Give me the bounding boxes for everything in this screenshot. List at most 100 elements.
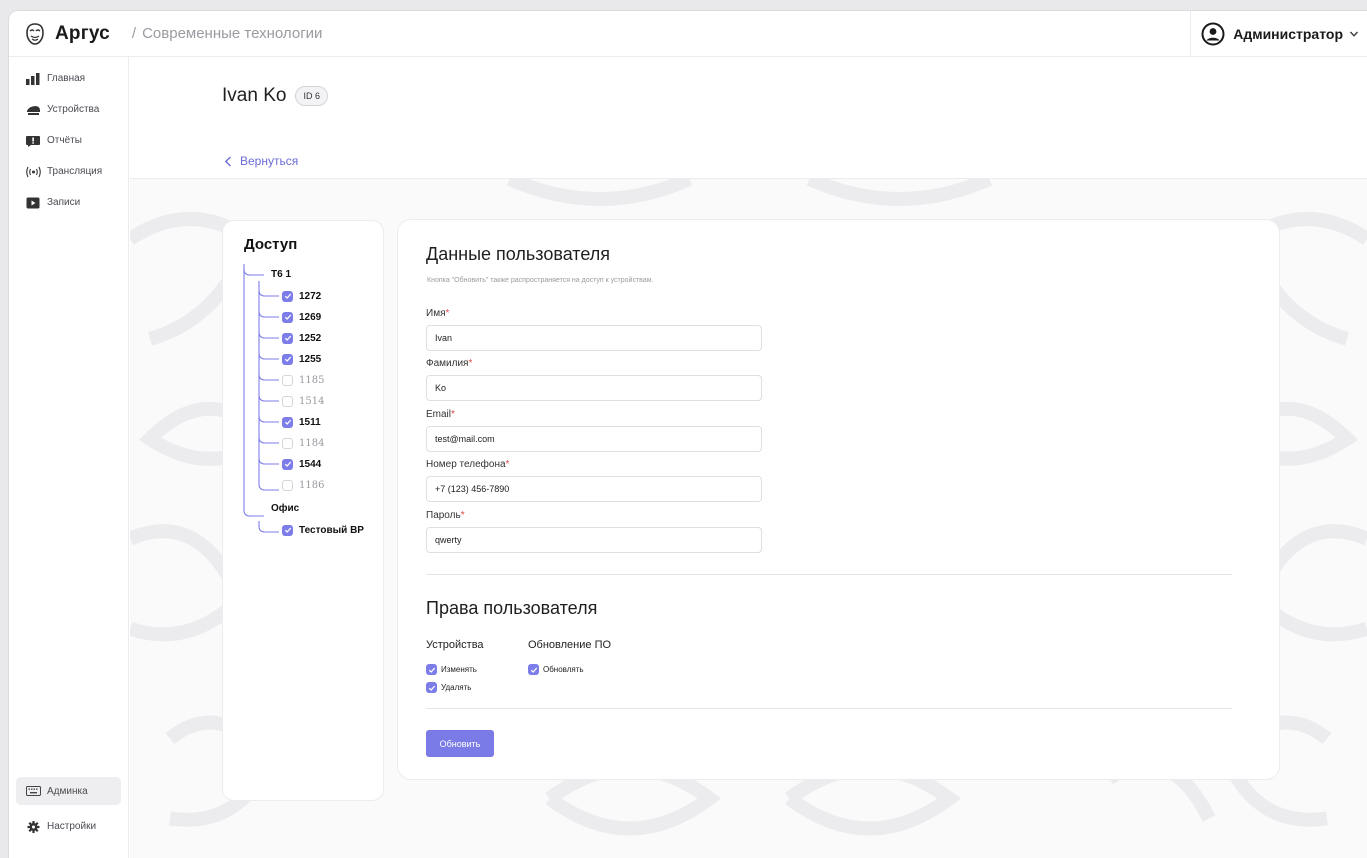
devices-rights-heading: Устройства [426, 639, 484, 651]
logo[interactable]: Аргус [25, 23, 110, 45]
page-header-band [130, 57, 1367, 179]
perm-update-firmware[interactable]: Обновлять [528, 664, 584, 675]
top-header: Аргус / Современные технологии Администр… [9, 11, 1367, 57]
checkbox-checked[interactable] [282, 290, 293, 302]
tree-item-1514[interactable]: 1514 [282, 394, 324, 408]
email-field: Email* [426, 409, 762, 452]
bar-chart-icon [26, 72, 40, 85]
id-badge: ID 6 [295, 86, 328, 106]
tree-item-label: 1255 [299, 353, 322, 365]
checkbox-unchecked[interactable] [282, 437, 293, 449]
sidebar-item-broadcast[interactable]: Трансляция [9, 156, 128, 187]
access-panel: Доступ Т6 1 1272 1269 1252 1255 1185 151… [222, 220, 384, 801]
last-name-input[interactable] [426, 375, 762, 401]
main-content: Ivan Ko ID 6 Вернуться Доступ Т6 1 1272 … [130, 57, 1367, 858]
camera-icon [27, 105, 40, 115]
tree-item-label: 1186 [299, 479, 325, 491]
chevron-left-icon [224, 155, 231, 167]
update-button[interactable]: Обновить [426, 730, 494, 757]
required-mark: * [451, 409, 455, 420]
perm-edit-devices[interactable]: Изменять [426, 664, 477, 675]
phone-field: Номер телефона* [426, 459, 762, 502]
user-menu[interactable]: Администратор [1190, 11, 1359, 57]
report-icon [26, 135, 40, 147]
check-icon [284, 527, 291, 533]
checkbox-unchecked[interactable] [282, 374, 293, 386]
sidebar-item-records[interactable]: Записи [9, 187, 128, 218]
page-title-row: Ivan Ko ID 6 [222, 85, 328, 107]
gear-icon [27, 820, 40, 833]
field-label: Фамилия [426, 358, 469, 369]
last-name-field: Фамилия* [426, 358, 762, 401]
sidebar-item-home[interactable]: Главная [9, 63, 128, 94]
checkbox-checked[interactable] [282, 353, 293, 365]
user-name: Администратор [1233, 26, 1343, 42]
perm-delete-devices[interactable]: Удалять [426, 682, 471, 693]
first-name-field: Имя* [426, 308, 762, 351]
tree-item-1269[interactable]: 1269 [282, 310, 321, 324]
required-mark: * [445, 308, 450, 319]
tree-item-label: 1184 [299, 437, 325, 449]
sidebar-item-label: Настройки [47, 821, 97, 832]
check-icon [530, 667, 537, 673]
password-input[interactable] [426, 527, 762, 553]
sidebar-item-label: Отчёты [47, 135, 82, 146]
checkbox-checked[interactable] [282, 416, 293, 428]
sidebar-item-label: Трансляция [47, 166, 103, 177]
sidebar-item-reports[interactable]: Отчёты [9, 125, 128, 156]
field-label: Номер телефона [426, 459, 506, 470]
tree-item-label: 1544 [299, 458, 322, 470]
sidebar-item-label: Главная [47, 73, 86, 84]
sidebar-item-settings[interactable]: Настройки [9, 811, 128, 842]
chevron-down-icon [1350, 31, 1358, 37]
tree-item-1255[interactable]: 1255 [282, 352, 321, 366]
back-link[interactable]: Вернуться [224, 154, 298, 168]
check-icon [284, 419, 291, 425]
firmware-rights-heading: Обновление ПО [528, 639, 612, 651]
broadcast-icon [26, 166, 41, 177]
sidebar-item-label: Записи [47, 197, 81, 208]
tree-item-1185[interactable]: 1185 [282, 373, 324, 387]
tree-item-label: 1269 [299, 311, 322, 323]
checkbox-checked[interactable] [282, 524, 293, 536]
tree-item-test-vr[interactable]: Тестовый ВР [282, 523, 364, 537]
tree-group-t6[interactable]: Т6 1 [271, 269, 291, 280]
check-icon [284, 335, 291, 341]
email-input[interactable] [426, 426, 762, 452]
field-label: Имя [426, 308, 446, 319]
tree-item-label: 1272 [299, 290, 322, 302]
app-name: Аргус [55, 22, 110, 44]
tree-item-1186[interactable]: 1186 [282, 478, 324, 492]
phone-input[interactable] [426, 476, 762, 502]
tree-group-office[interactable]: Офис [271, 503, 299, 514]
play-icon [26, 197, 40, 208]
check-icon [284, 314, 291, 320]
tree-item-label: Тестовый ВР [299, 524, 364, 536]
tree-item-1511[interactable]: 1511 [282, 415, 321, 429]
tree-item-1272[interactable]: 1272 [282, 289, 321, 303]
checkbox-checked[interactable] [426, 664, 437, 675]
perm-label: Изменять [441, 665, 477, 674]
checkbox-unchecked[interactable] [282, 395, 293, 407]
sidebar-item-admin[interactable]: Админка [16, 777, 121, 805]
tree-item-1184[interactable]: 1184 [282, 436, 324, 450]
checkbox-checked[interactable] [282, 458, 293, 470]
tree-item-1252[interactable]: 1252 [282, 331, 321, 345]
checkbox-checked[interactable] [282, 311, 293, 323]
first-name-input[interactable] [426, 325, 762, 351]
checkbox-checked[interactable] [426, 682, 437, 693]
password-field: Пароль* [426, 510, 762, 553]
breadcrumb[interactable]: Современные технологии [142, 25, 322, 42]
checkbox-unchecked[interactable] [282, 479, 293, 491]
sidebar-item-label: Админка [47, 785, 88, 797]
checkbox-checked[interactable] [282, 332, 293, 344]
check-icon [428, 685, 435, 691]
tree-item-1544[interactable]: 1544 [282, 457, 321, 471]
sidebar: Главная Устройства Отчёты Трансляция Зап… [9, 57, 129, 858]
tree-item-label: 1511 [299, 416, 321, 428]
checkbox-checked[interactable] [528, 664, 539, 675]
perm-label: Обновлять [543, 665, 584, 674]
perm-label: Удалять [441, 683, 472, 692]
tree-item-label: 1514 [299, 395, 325, 407]
sidebar-item-devices[interactable]: Устройства [9, 94, 128, 125]
